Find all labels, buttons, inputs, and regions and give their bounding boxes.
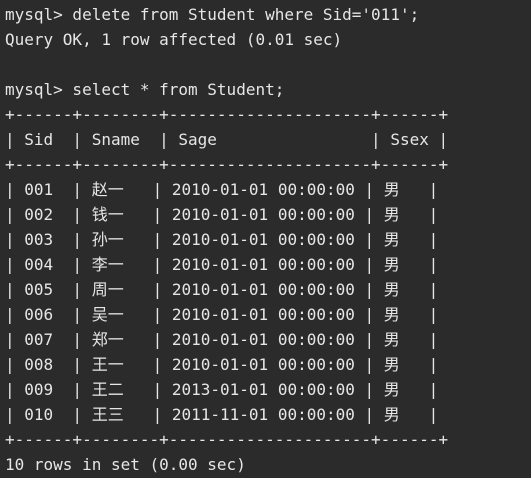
table-border: +------+--------+---------------------+-… (5, 105, 449, 124)
terminal-window[interactable]: mysql> delete from Student where Sid='01… (0, 0, 531, 478)
table-row: | 007 | 郑一 | 2010-01-01 00:00:00 | 男 | (5, 330, 439, 349)
table-row: | 008 | 王一 | 2010-01-01 00:00:00 | 男 | (5, 355, 439, 374)
table-row: | 003 | 孙一 | 2010-01-01 00:00:00 | 男 | (5, 230, 439, 249)
table-header-row: | Sid | Sname | Sage | Ssex | (5, 130, 449, 149)
prompt-command-line: mysql> select * from Student; (5, 80, 285, 99)
table-row: | 004 | 李一 | 2010-01-01 00:00:00 | 男 | (5, 255, 439, 274)
table-row: | 002 | 钱一 | 2010-01-01 00:00:00 | 男 | (5, 205, 439, 224)
table-border: +------+--------+---------------------+-… (5, 430, 449, 449)
table-row: | 001 | 赵一 | 2010-01-01 00:00:00 | 男 | (5, 180, 439, 199)
result-summary-line: 10 rows in set (0.00 sec) (5, 455, 246, 474)
table-border: +------+--------+---------------------+-… (5, 155, 449, 174)
query-result-line: Query OK, 1 row affected (0.01 sec) (5, 30, 343, 49)
table-row: | 010 | 王三 | 2011-11-01 00:00:00 | 男 | (5, 405, 439, 424)
table-row: | 009 | 王二 | 2013-01-01 00:00:00 | 男 | (5, 380, 439, 399)
prompt-command-line: mysql> delete from Student where Sid='01… (5, 5, 420, 24)
table-row: | 006 | 吴一 | 2010-01-01 00:00:00 | 男 | (5, 305, 439, 324)
table-row: | 005 | 周一 | 2010-01-01 00:00:00 | 男 | (5, 280, 439, 299)
